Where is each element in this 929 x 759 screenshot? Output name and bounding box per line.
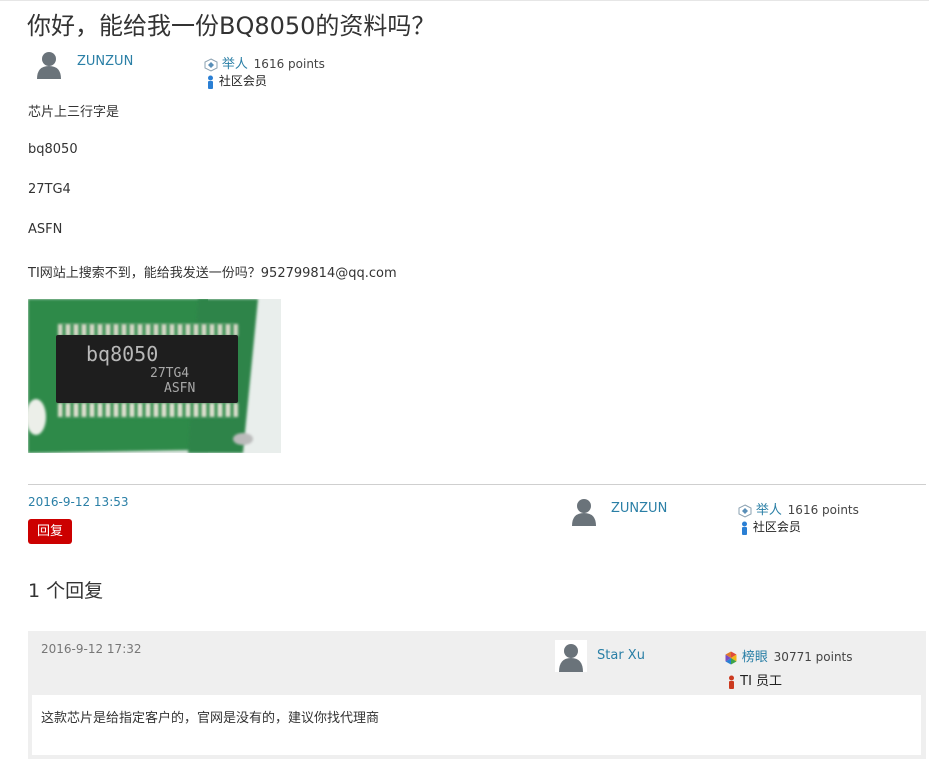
post-divider [28, 484, 926, 485]
rank-points: 1616 points [253, 57, 325, 71]
rank-badge-icon [204, 57, 218, 72]
rank-name[interactable]: 举人 [222, 57, 248, 72]
avatar-icon[interactable] [569, 496, 599, 526]
community-member-icon [208, 75, 213, 89]
role-label: TI 员工 [740, 674, 783, 689]
body-line: TI网站上搜索不到，能给我发送一份吗？952799814@qq.com [28, 266, 397, 281]
reply-button[interactable]: 回复 [28, 519, 72, 544]
rank-name[interactable]: 榜眼 [742, 650, 768, 665]
reply-author-name[interactable]: Star Xu [597, 648, 645, 663]
role-label: 社区会员 [218, 74, 267, 88]
author-rank: 举人 1616 points [204, 53, 325, 72]
ti-employee-icon [729, 675, 734, 689]
role-label: 社区会员 [752, 520, 801, 534]
rank-points: 1616 points [787, 503, 859, 517]
author-role: 社区会员 [740, 518, 801, 535]
rank-badge-icon [725, 651, 737, 664]
reply-text: 这款芯片是给指定客户的，官网是没有的，建议你找代理商 [41, 711, 380, 726]
body-line: bq8050 [28, 142, 78, 157]
chip-marking-2: 27TG4 [150, 366, 189, 381]
reply-avatar-frame[interactable] [555, 640, 587, 672]
author-name[interactable]: ZUNZUN [77, 54, 133, 69]
reply-author-rank: 榜眼 30771 points [724, 646, 853, 665]
community-member-icon [742, 521, 747, 535]
replies-heading: 1 个回复 [28, 580, 104, 602]
author-name[interactable]: ZUNZUN [611, 501, 667, 516]
rank-badge-icon [738, 503, 752, 518]
reply-date[interactable]: 2016-9-12 17:32 [41, 642, 142, 656]
chip-marking-1: bq8050 [86, 342, 158, 366]
body-line: 芯片上三行字是 [28, 105, 120, 120]
reply-author-role: TI 员工 [727, 670, 782, 689]
question-title: 你好，能给我一份BQ8050的资料吗？ [27, 12, 436, 40]
rank-name[interactable]: 举人 [756, 503, 782, 518]
body-line: 27TG4 [28, 182, 71, 197]
avatar-icon[interactable] [34, 49, 64, 79]
body-line: ASFN [28, 222, 63, 237]
author-role: 社区会员 [206, 72, 267, 89]
author-rank: 举人 1616 points [738, 499, 859, 518]
avatar-icon [559, 644, 583, 672]
post-date[interactable]: 2016-9-12 13:53 [28, 495, 129, 509]
rank-points: 30771 points [773, 650, 853, 664]
chip-marking-3: ASFN [164, 381, 195, 396]
top-border [0, 0, 929, 1]
chip-photo: bq8050 27TG4 ASFN [28, 299, 281, 453]
